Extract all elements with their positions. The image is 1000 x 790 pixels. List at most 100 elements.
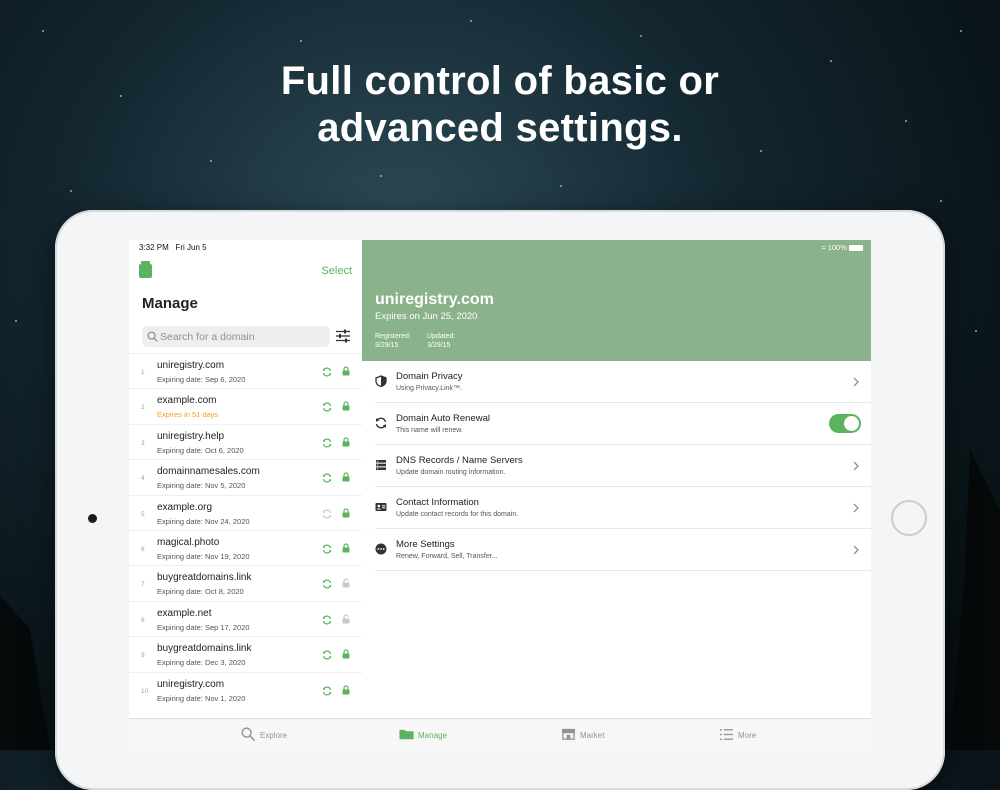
updated-label: Updated: — [427, 333, 456, 340]
setting-subtitle: Update contact records for this domain. — [396, 511, 519, 518]
unlocked-icon — [342, 614, 350, 624]
headline-line-2: advanced settings. — [317, 106, 683, 150]
list-icon — [719, 728, 734, 741]
domain-row[interactable]: 3 uniregistry.help Expiring date: Oct 6, 2… — [129, 423, 362, 459]
updated-info: Updated: 3/29/15 — [427, 332, 455, 350]
tab-bar: Explore Manage Market More — [129, 718, 871, 750]
domain-header: ≈ 100% uniregistry.com Expires on Jun 25… — [362, 240, 871, 361]
domain-name: example.org — [157, 501, 213, 513]
camera-dot — [88, 514, 97, 523]
chevron-right-icon — [853, 545, 859, 555]
chevron-right-icon — [853, 503, 859, 513]
row-index: 9 — [141, 652, 145, 660]
tree-silhouette-left — [0, 596, 50, 750]
status-time: 3:32 PM Fri Jun 5 — [139, 243, 207, 252]
auto-renew-icon — [322, 579, 332, 589]
tree-silhouette-right — [950, 450, 1000, 750]
auto-renew-icon — [322, 544, 332, 554]
domain-row[interactable]: 4 domainnamesales.com Expiring date: Nov 5… — [129, 459, 362, 494]
search-icon — [147, 331, 158, 342]
lock-icon — [342, 437, 350, 447]
setting-subtitle: Renew, Forward, Sell, Transfer... — [396, 553, 498, 560]
domain-expiry: Expires on Jun 25, 2020 — [375, 311, 478, 322]
page-title: Manage — [142, 295, 198, 312]
domain-name: uniregistry.help — [157, 430, 225, 442]
contact-card-icon — [375, 503, 387, 511]
battery-percent: 100% — [827, 243, 847, 252]
setting-row-dns[interactable]: DNS Records / Name Servers Update domain … — [375, 445, 871, 487]
domain-name: uniregistry.com — [157, 360, 225, 371]
server-icon — [376, 460, 386, 470]
domain-expiry-text: Expires in 51 days — [157, 410, 219, 420]
setting-subtitle: Update domain routing information. — [396, 469, 506, 476]
domain-name: buygreatdomains.link — [157, 572, 252, 584]
headline: Full control of basic or advanced settin… — [0, 58, 1000, 152]
auto-renew-icon — [322, 473, 332, 483]
domain-title: uniregistry.com — [375, 291, 494, 308]
row-index: 7 — [141, 581, 145, 589]
domain-row[interactable]: 7 buygreatdomains.link Expiring date: Oct … — [129, 565, 362, 600]
domain-expiry-text: Expiring date: Nov 5, 2020 — [157, 481, 246, 491]
setting-row-contact[interactable]: Contact Information Update contact record… — [375, 487, 871, 529]
row-index: 2 — [141, 404, 145, 412]
lock-icon — [342, 684, 350, 695]
domain-row[interactable]: 6 magical.photo Expiring date: Nov 19, 202… — [129, 529, 362, 565]
row-index: 3 — [141, 439, 145, 447]
row-index: 10 — [141, 687, 149, 695]
renew-icon — [375, 417, 387, 429]
domain-row[interactable]: 8 example.net Expiring date: Sep 17, 2020 — [129, 600, 362, 636]
updated-value: 3/29/15 — [427, 342, 451, 349]
app-screen: 3:32 PM Fri Jun 5 Select Manage 1 uniregi… — [129, 240, 871, 750]
lock-icon — [342, 649, 350, 659]
filter-sliders-icon[interactable] — [335, 328, 351, 344]
registered-value: 3/29/15 — [375, 342, 399, 349]
domain-name: magical.photo — [157, 536, 220, 548]
search-icon — [241, 727, 255, 741]
domain-row[interactable]: 10 uniregistry.com Expiring date: Nov 1, 2… — [129, 671, 362, 707]
domain-expiry-text: Expiring date: Sep 17, 2020 — [157, 622, 250, 632]
setting-title: Contact Information — [396, 497, 479, 508]
row-index: 5 — [141, 510, 145, 518]
auto-renew-icon — [322, 509, 332, 519]
setting-row-more[interactable]: More Settings Renew, Forward, Sell, Trans… — [375, 529, 871, 571]
setting-row-privacy[interactable]: Domain Privacy Using Privacy.Link™. — [375, 361, 871, 403]
domain-row[interactable]: 2 example.com Expires in 51 days — [129, 388, 362, 423]
domain-name: buygreatdomains.link — [157, 643, 252, 655]
auto-renew-icon — [322, 615, 332, 625]
domain-expiry-text: Expiring date: Sep 6, 2020 — [157, 375, 246, 384]
setting-row-renewal[interactable]: Domain Auto Renewal This name will renew. — [375, 403, 871, 445]
row-index: 6 — [141, 545, 145, 553]
settings-list: Domain Privacy Using Privacy.Link™. Domain… — [375, 361, 871, 571]
more-icon — [375, 543, 387, 555]
select-button[interactable]: Select — [321, 265, 352, 277]
row-index: 4 — [141, 475, 145, 483]
domain-row[interactable]: 1 uniregistry.com Expiring date: Sep 6, 20… — [129, 353, 362, 388]
auto-renew-icon — [322, 402, 332, 412]
auto-renew-icon — [322, 650, 332, 660]
search-input[interactable] — [142, 326, 330, 347]
domain-expiry-text: Expiring date: Dec 3, 2020 — [157, 658, 246, 668]
chevron-right-icon — [853, 377, 859, 387]
domain-name: uniregistry.com — [157, 678, 225, 690]
domain-expiry-text: Expiring date: Nov 19, 2020 — [157, 551, 250, 561]
app-logo-icon — [139, 261, 152, 278]
chevron-right-icon — [853, 461, 859, 471]
auto-renewal-toggle[interactable] — [829, 414, 861, 433]
headline-line-1: Full control of basic or — [280, 59, 720, 103]
domain-list: 1 uniregistry.com Expiring date: Sep 6, 20… — [129, 353, 362, 707]
lock-icon — [342, 472, 350, 482]
registered-label: Registered: — [375, 333, 411, 340]
folder-icon — [399, 729, 414, 740]
domain-row[interactable]: 5 example.org Expiring date: Nov 24, 2020 — [129, 494, 362, 530]
auto-renew-icon — [322, 686, 332, 695]
tab-label: More — [738, 731, 757, 740]
lock-icon — [342, 366, 350, 376]
battery-icon — [849, 245, 863, 252]
setting-subtitle: Using Privacy.Link™. — [396, 385, 463, 392]
lock-icon — [342, 543, 350, 553]
lock-icon — [342, 507, 350, 518]
domain-expiry-text: Expiring date: Oct 6, 2020 — [157, 445, 244, 455]
domain-row[interactable]: 9 buygreatdomains.link Expiring date: Dec … — [129, 636, 362, 671]
home-button[interactable] — [891, 500, 927, 536]
domain-name: domainnamesales.com — [157, 466, 260, 478]
